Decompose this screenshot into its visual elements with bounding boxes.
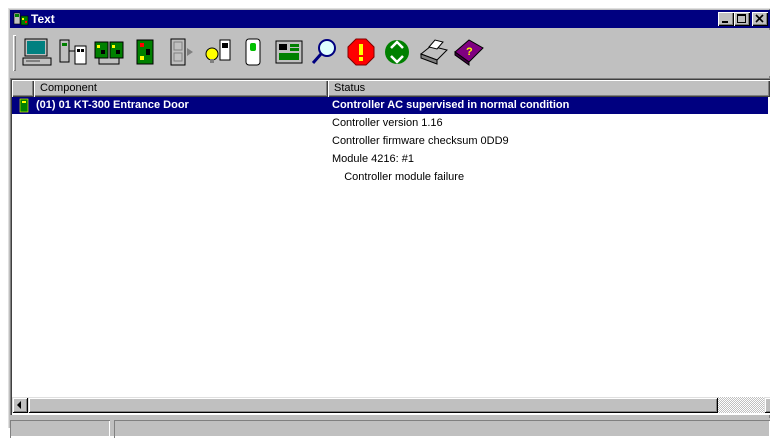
door-button[interactable] bbox=[164, 34, 198, 70]
reader-light-icon bbox=[205, 39, 231, 63]
scroll-track[interactable] bbox=[718, 397, 764, 413]
component-status-list[interactable]: Component Status (01) 01 KT-300 Entrance… bbox=[10, 78, 770, 415]
card-reader-button[interactable] bbox=[236, 34, 270, 70]
close-icon bbox=[755, 14, 764, 23]
toolbar: ? bbox=[10, 30, 770, 76]
status-panel-1 bbox=[10, 420, 110, 438]
search-button[interactable] bbox=[308, 34, 342, 70]
help-button[interactable]: ? bbox=[452, 34, 486, 70]
svg-text:?: ? bbox=[466, 46, 473, 58]
maximize-icon bbox=[737, 14, 746, 23]
application-window: Text ? Component Status (01) 01 KT-300 E… bbox=[8, 8, 770, 436]
computer-button[interactable] bbox=[20, 34, 54, 70]
status-bar bbox=[10, 418, 770, 436]
controllers-icon bbox=[94, 41, 124, 65]
status-column-header[interactable]: Status bbox=[328, 80, 770, 97]
table-row[interactable]: Controller module failure bbox=[12, 169, 768, 186]
reader-light-button[interactable] bbox=[200, 34, 234, 70]
table-row[interactable]: Module 4216: #1 bbox=[12, 151, 768, 168]
print-button[interactable] bbox=[416, 34, 450, 70]
status-cell: Controller version 1.16 bbox=[332, 117, 443, 129]
status-cell: Controller module failure bbox=[332, 171, 465, 183]
recycle-icon bbox=[385, 40, 409, 64]
minimize-icon bbox=[722, 21, 728, 23]
title-bar[interactable]: Text bbox=[10, 10, 770, 28]
door-icon bbox=[170, 38, 193, 66]
scroll-left-button[interactable] bbox=[12, 397, 28, 413]
arrow-left-icon bbox=[17, 401, 21, 409]
controller-icon bbox=[19, 98, 29, 113]
circuit-board-icon bbox=[136, 39, 154, 65]
toolbar-grip[interactable] bbox=[13, 35, 16, 71]
circuit-board-button[interactable] bbox=[128, 34, 162, 70]
list-header: Component Status bbox=[12, 80, 770, 97]
status-cell: Module 4216: #1 bbox=[332, 153, 414, 165]
table-row[interactable]: (01) 01 KT-300 Entrance Door Controller … bbox=[12, 97, 768, 114]
help-book-icon: ? bbox=[454, 39, 484, 66]
controllers-button[interactable] bbox=[92, 34, 126, 70]
table-row[interactable]: Controller version 1.16 bbox=[12, 115, 768, 132]
arrow-right-icon bbox=[764, 397, 770, 413]
component-cell: (01) 01 KT-300 Entrance Door bbox=[36, 99, 189, 111]
close-button[interactable] bbox=[752, 12, 768, 26]
network-devices-icon bbox=[59, 39, 87, 65]
app-icon[interactable] bbox=[13, 11, 29, 27]
module-icon bbox=[275, 40, 303, 64]
magnifier-icon bbox=[311, 39, 336, 64]
recycle-button[interactable] bbox=[380, 34, 414, 70]
scroll-thumb[interactable] bbox=[28, 397, 718, 413]
stop-button[interactable] bbox=[344, 34, 378, 70]
component-column-header[interactable]: Component bbox=[34, 80, 328, 97]
computer-icon bbox=[22, 38, 52, 66]
icon-column-header[interactable] bbox=[12, 80, 34, 97]
printer-icon bbox=[420, 39, 448, 65]
module-button[interactable] bbox=[272, 34, 306, 70]
horizontal-scrollbar[interactable] bbox=[12, 397, 770, 413]
maximize-button[interactable] bbox=[734, 12, 750, 26]
status-panel-2 bbox=[114, 420, 770, 438]
status-cell: Controller AC supervised in normal condi… bbox=[332, 99, 570, 111]
status-cell: Controller firmware checksum 0DD9 bbox=[332, 135, 509, 147]
minimize-button[interactable] bbox=[718, 12, 734, 26]
table-row[interactable]: Controller firmware checksum 0DD9 bbox=[12, 133, 768, 150]
window-title: Text bbox=[31, 12, 55, 26]
card-reader-icon bbox=[245, 38, 261, 66]
scroll-right-button[interactable] bbox=[764, 397, 770, 413]
network-devices-button[interactable] bbox=[56, 34, 90, 70]
stop-sign-icon bbox=[347, 38, 375, 66]
